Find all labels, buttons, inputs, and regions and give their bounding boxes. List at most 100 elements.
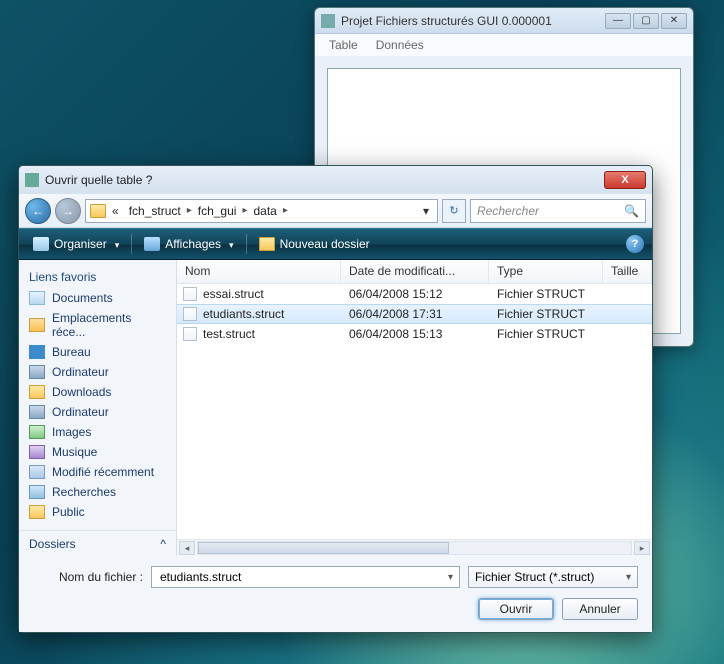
sidebar-item-label: Downloads bbox=[52, 385, 111, 399]
file-date: 06/04/2008 15:13 bbox=[341, 327, 489, 341]
chevron-up-icon: ^ bbox=[160, 537, 166, 551]
file-type: Fichier STRUCT bbox=[489, 287, 603, 301]
file-row[interactable]: essai.struct 06/04/2008 15:12Fichier STRU… bbox=[177, 284, 652, 304]
file-name: essai.struct bbox=[203, 287, 264, 301]
toolbar-views[interactable]: Affichages bbox=[138, 235, 239, 253]
dialog-titlebar[interactable]: Ouvrir quelle table ? X bbox=[19, 166, 652, 194]
col-date[interactable]: Date de modificati... bbox=[341, 260, 489, 283]
file-list-pane: Nom Date de modificati... Type Taille es… bbox=[177, 260, 652, 556]
app-close-button[interactable]: ✕ bbox=[661, 13, 687, 29]
scroll-left-button[interactable]: ◂ bbox=[179, 541, 195, 555]
sidebar-item-label: Ordinateur bbox=[52, 405, 109, 419]
col-type[interactable]: Type bbox=[489, 260, 603, 283]
scroll-thumb[interactable] bbox=[198, 542, 449, 554]
sidebar-item-label: Emplacements réce... bbox=[52, 311, 166, 339]
nav-forward-button[interactable]: → bbox=[55, 198, 81, 224]
sidebar-item-label: Bureau bbox=[52, 345, 91, 359]
sidebar-item-icon bbox=[29, 291, 45, 305]
file-open-dialog: Ouvrir quelle table ? X ← → « fch_struct… bbox=[18, 165, 653, 633]
breadcrumb[interactable]: « fch_struct ▸ fch_gui ▸ data ▸ ▾ bbox=[85, 199, 438, 223]
folders-toggle[interactable]: Dossiers ^ bbox=[19, 530, 176, 557]
organize-icon bbox=[33, 237, 49, 251]
file-date: 06/04/2008 15:12 bbox=[341, 287, 489, 301]
file-row[interactable]: test.struct 06/04/2008 15:13Fichier STRUC… bbox=[177, 324, 652, 344]
chevron-down-icon[interactable]: ▾ bbox=[626, 572, 631, 583]
file-type: Fichier STRUCT bbox=[489, 327, 603, 341]
menu-donnees[interactable]: Données bbox=[376, 38, 424, 52]
nav-back-button[interactable]: ← bbox=[25, 198, 51, 224]
sidebar-item[interactable]: Downloads bbox=[19, 382, 176, 402]
horizontal-scrollbar[interactable]: ◂ ▸ bbox=[177, 539, 652, 556]
sidebar-item-label: Documents bbox=[52, 291, 113, 305]
file-date: 06/04/2008 17:31 bbox=[341, 307, 489, 321]
sidebar-item[interactable]: Modifié récemment bbox=[19, 462, 176, 482]
file-rows: essai.struct06/04/2008 15:12Fichier STRU… bbox=[177, 284, 652, 539]
col-size[interactable]: Taille bbox=[603, 260, 652, 283]
chevron-down-icon[interactable]: ▾ bbox=[448, 572, 453, 583]
file-icon bbox=[183, 287, 197, 301]
file-name: test.struct bbox=[203, 327, 255, 341]
file-type: Fichier STRUCT bbox=[489, 307, 603, 321]
maximize-button[interactable]: ▢ bbox=[633, 13, 659, 29]
filter-label: Fichier Struct (*.struct) bbox=[475, 570, 594, 584]
favorites-pane: Liens favoris Documents Emplacements réce… bbox=[19, 260, 177, 556]
favorites-header: Liens favoris bbox=[19, 266, 176, 288]
sidebar-item[interactable]: Emplacements réce... bbox=[19, 308, 176, 342]
menu-table[interactable]: Table bbox=[329, 38, 358, 52]
dialog-close-button[interactable]: X bbox=[604, 171, 646, 189]
sidebar-item-icon bbox=[29, 505, 45, 519]
sidebar-item[interactable]: Recherches bbox=[19, 482, 176, 502]
breadcrumb-seg-1[interactable]: fch_struct bbox=[125, 204, 185, 218]
sidebar-item[interactable]: Documents bbox=[19, 288, 176, 308]
sidebar-item-label: Public bbox=[52, 505, 85, 519]
sidebar-item-label: Ordinateur bbox=[52, 365, 109, 379]
folder-icon bbox=[90, 204, 106, 218]
help-button[interactable]: ? bbox=[626, 235, 644, 253]
sidebar-item-icon bbox=[29, 485, 45, 499]
open-button[interactable]: Ouvrir bbox=[478, 598, 554, 620]
sidebar-item[interactable]: Ordinateur bbox=[19, 402, 176, 422]
toolbar-organize[interactable]: Organiser bbox=[27, 235, 125, 253]
sidebar-item-icon bbox=[29, 445, 45, 459]
dialog-bottom: Nom du fichier : ▾ Fichier Struct (*.str… bbox=[19, 556, 652, 632]
file-row[interactable]: etudiants.struct 06/04/2008 17:31Fichier … bbox=[177, 304, 652, 324]
filename-input[interactable] bbox=[158, 569, 448, 585]
sidebar-item-icon bbox=[29, 425, 45, 439]
views-icon bbox=[144, 237, 160, 251]
sidebar-item[interactable]: Bureau bbox=[19, 342, 176, 362]
search-input[interactable]: Rechercher 🔍 bbox=[470, 199, 646, 223]
scroll-right-button[interactable]: ▸ bbox=[634, 541, 650, 555]
scroll-track[interactable] bbox=[197, 541, 632, 555]
sidebar-item-icon bbox=[29, 345, 45, 359]
dialog-icon bbox=[25, 173, 39, 187]
breadcrumb-seg-2[interactable]: fch_gui bbox=[194, 204, 241, 218]
toolbar-new-folder[interactable]: Nouveau dossier bbox=[253, 235, 376, 253]
app-titlebar[interactable]: Projet Fichiers structurés GUI 0.000001 … bbox=[315, 8, 693, 34]
filename-combobox[interactable]: ▾ bbox=[151, 566, 460, 588]
dialog-toolbar: Organiser Affichages Nouveau dossier ? bbox=[19, 228, 652, 260]
file-icon bbox=[183, 307, 197, 321]
file-name: etudiants.struct bbox=[203, 307, 284, 321]
search-placeholder: Rechercher bbox=[477, 204, 539, 218]
sidebar-item-icon bbox=[29, 365, 45, 379]
col-name[interactable]: Nom bbox=[177, 260, 341, 283]
app-menubar: Table Données bbox=[315, 34, 693, 56]
app-icon bbox=[321, 14, 335, 28]
sidebar-item[interactable]: Public bbox=[19, 502, 176, 522]
cancel-button[interactable]: Annuler bbox=[562, 598, 638, 620]
chevron-right-icon: ▸ bbox=[187, 205, 192, 216]
breadcrumb-seg-3[interactable]: data bbox=[249, 204, 280, 218]
new-folder-icon bbox=[259, 237, 275, 251]
refresh-button[interactable]: ↻ bbox=[442, 199, 466, 223]
breadcrumb-dropdown[interactable]: ▾ bbox=[419, 204, 433, 218]
minimize-button[interactable]: — bbox=[605, 13, 631, 29]
sidebar-item-label: Musique bbox=[52, 445, 97, 459]
app-title: Projet Fichiers structurés GUI 0.000001 bbox=[341, 14, 605, 28]
sidebar-item[interactable]: Ordinateur bbox=[19, 362, 176, 382]
sidebar-item[interactable]: Musique bbox=[19, 442, 176, 462]
sidebar-item[interactable]: Images bbox=[19, 422, 176, 442]
sidebar-item-icon bbox=[29, 405, 45, 419]
file-list-header: Nom Date de modificati... Type Taille bbox=[177, 260, 652, 284]
filename-label: Nom du fichier : bbox=[33, 570, 143, 584]
filetype-filter[interactable]: Fichier Struct (*.struct) ▾ bbox=[468, 566, 638, 588]
